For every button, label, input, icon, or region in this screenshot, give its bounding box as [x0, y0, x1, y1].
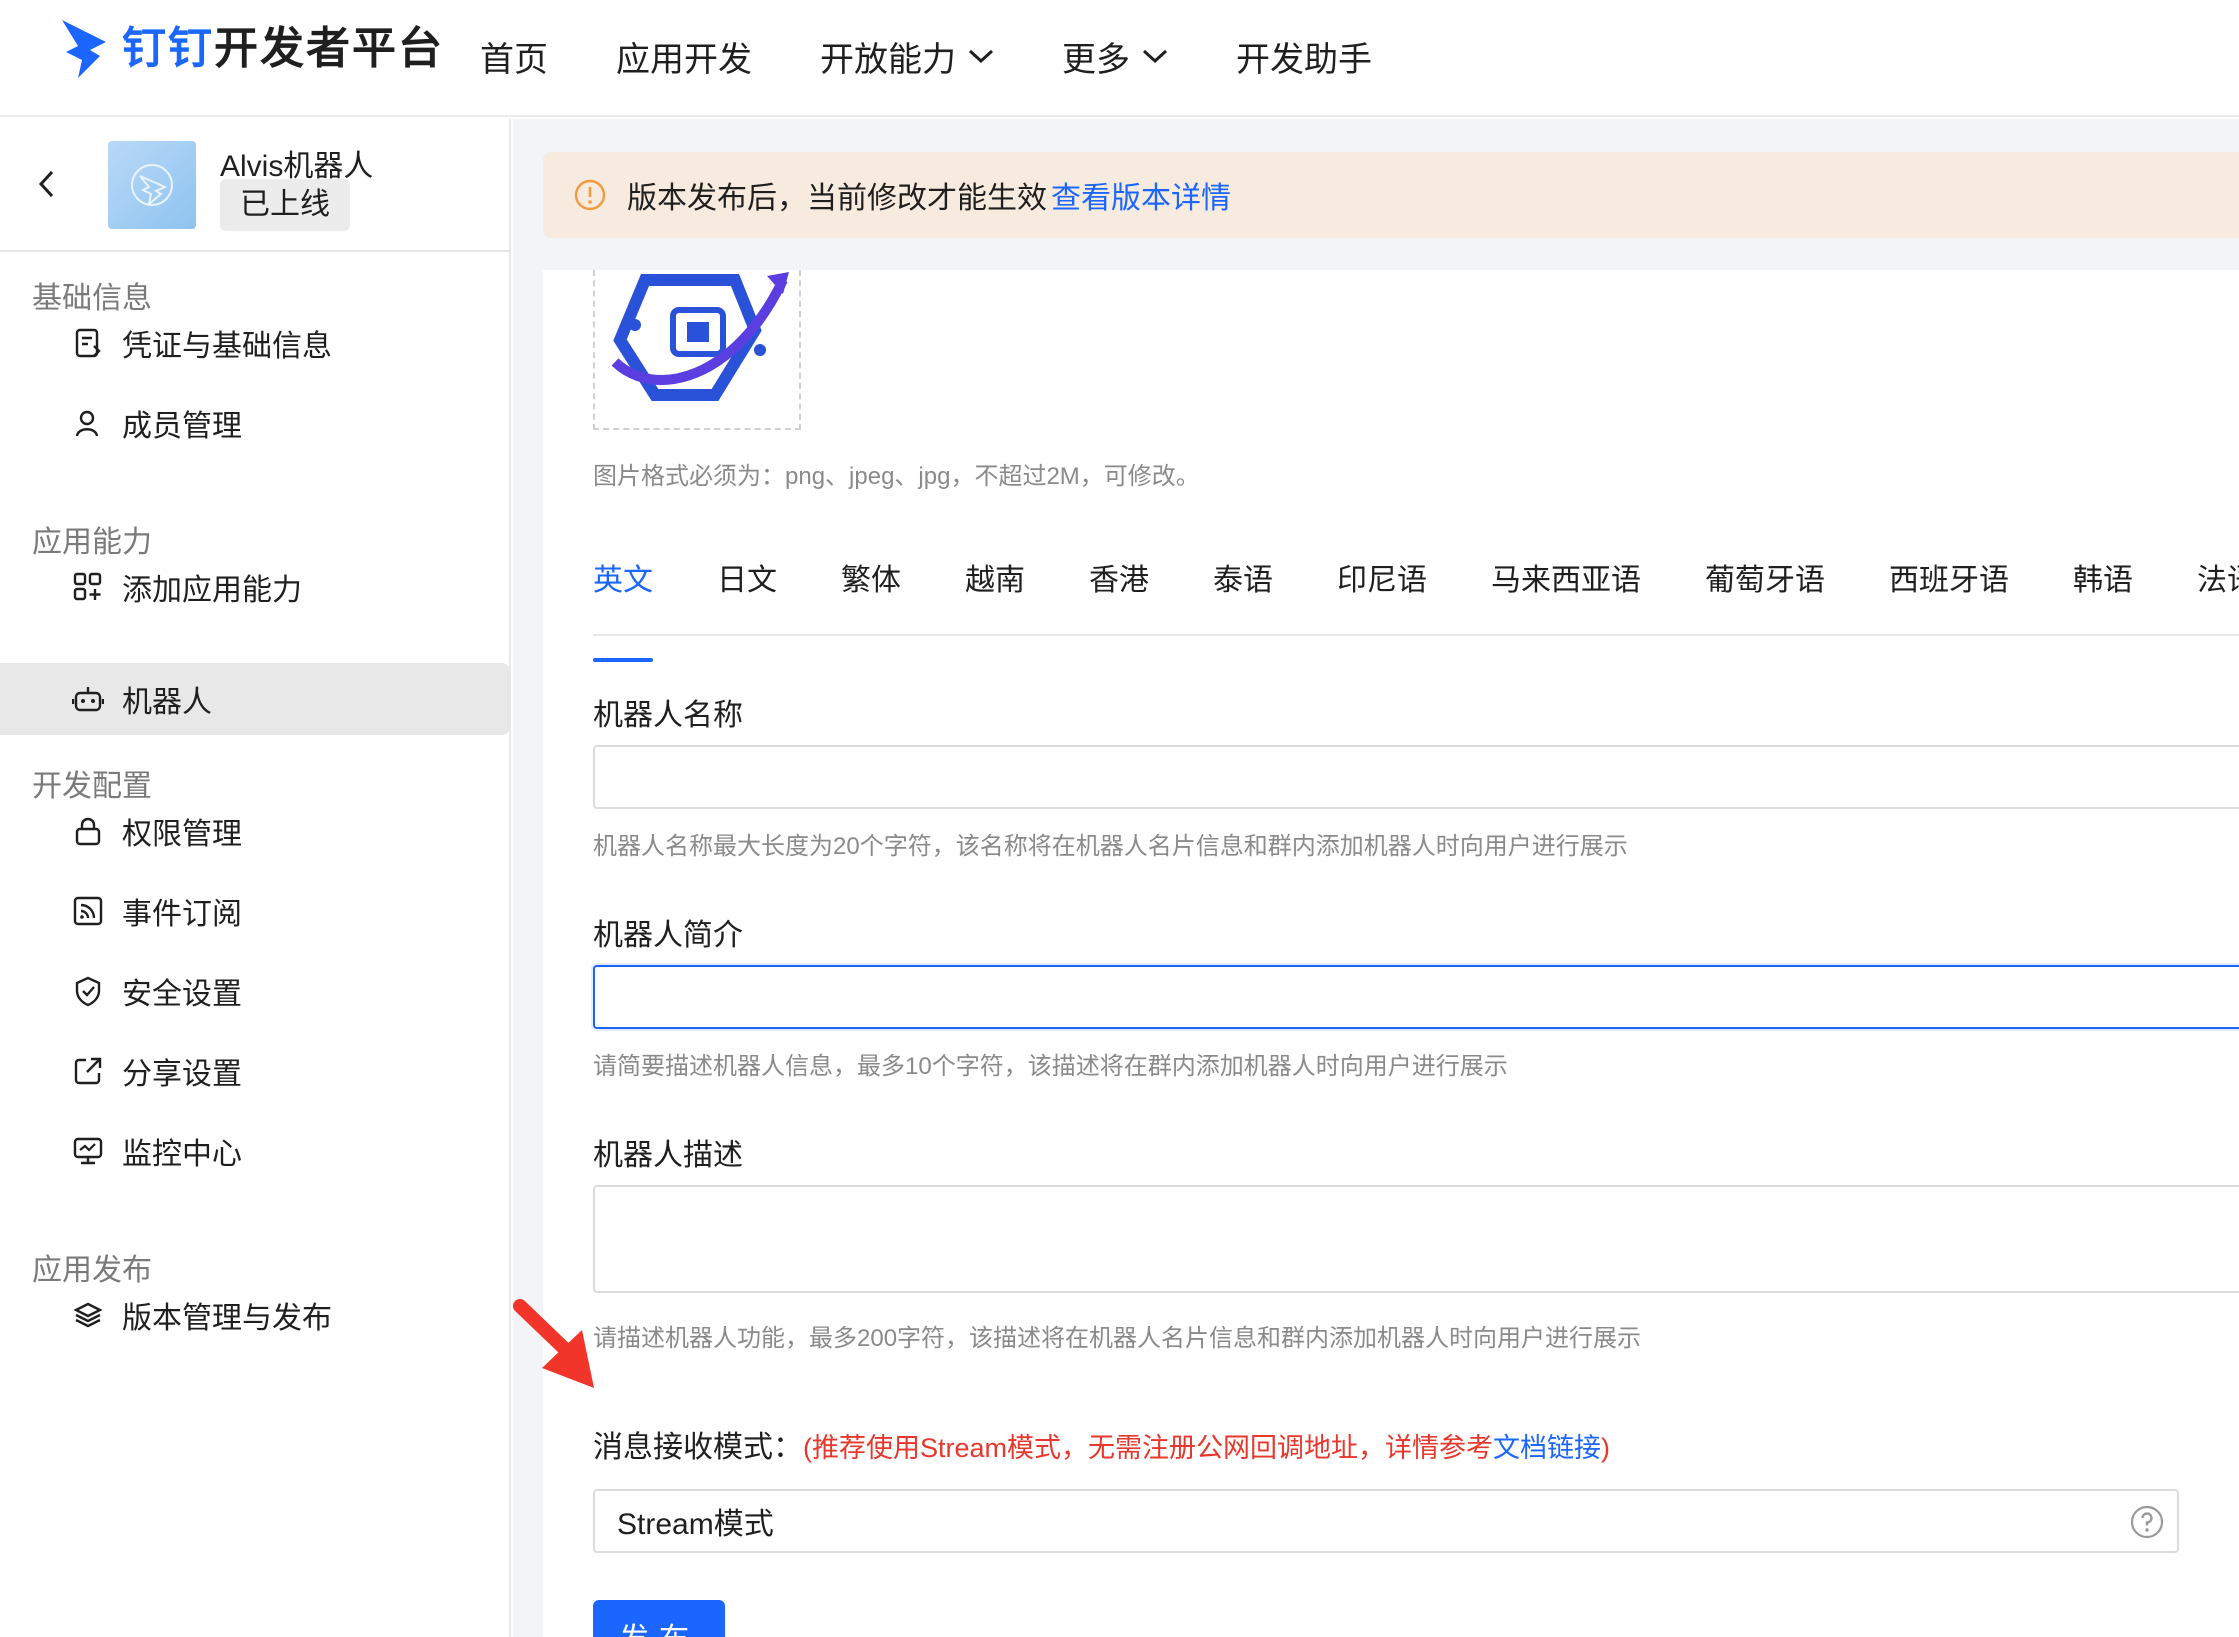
- robot-wing-icon: [131, 164, 173, 207]
- sidebar-item-permissions[interactable]: 权限管理: [0, 795, 510, 867]
- nav-dev-assistant[interactable]: 开发助手: [1236, 32, 1372, 81]
- robot-intro-input[interactable]: [593, 965, 2239, 1029]
- document-icon: [75, 328, 101, 358]
- tab-portuguese[interactable]: 葡萄牙语: [1705, 556, 1825, 634]
- publish-button[interactable]: 发布: [593, 1600, 725, 1637]
- robot-intro-label: 机器人简介: [593, 919, 743, 952]
- tab-vietnam[interactable]: 越南: [965, 556, 1025, 634]
- language-tabs: 英文 日文 繁体 越南 香港 泰语 印尼语 马来西亚语 葡萄牙语 西班牙语 韩语…: [593, 556, 2239, 662]
- lock-icon: [75, 817, 101, 846]
- nav-app-dev[interactable]: 应用开发: [616, 32, 752, 81]
- tab-japanese[interactable]: 日文: [717, 556, 777, 634]
- robot-intro-hint: 请简要描述机器人信息，最多10个字符，该描述将在群内添加机器人时向用户进行展示: [593, 1053, 1508, 1080]
- robot-name-hint: 机器人名称最大长度为20个字符，该名称将在机器人名片信息和群内添加机器人时向用户…: [593, 833, 1628, 860]
- help-circle-icon[interactable]: [2129, 1504, 2165, 1540]
- selected-mode: Stream模式: [617, 1508, 774, 1541]
- layers-icon: [73, 1302, 103, 1328]
- tab-english[interactable]: 英文: [593, 556, 653, 662]
- sidebar-item-monitor[interactable]: 监控中心: [0, 1115, 510, 1187]
- version-detail-link[interactable]: 查看版本详情: [1051, 173, 1231, 217]
- mode-recommend-text: (推荐使用Stream模式，无需注册公网回调地址，详情参考: [803, 1433, 1494, 1463]
- nav-home[interactable]: 首页: [480, 32, 548, 81]
- sidebar-item-members[interactable]: 成员管理: [0, 387, 510, 459]
- message-mode-label: 消息接收模式：(推荐使用Stream模式，无需注册公网回调地址，详情参考文档链接…: [593, 1431, 1611, 1464]
- apps-add-icon: [73, 572, 102, 601]
- tab-indonesian[interactable]: 印尼语: [1337, 556, 1427, 634]
- robot-name-input[interactable]: [593, 745, 2239, 809]
- robot-config-panel: 图片格式必须为：png、jpeg、jpg，不超过2M，可修改。 英文 日文 繁体…: [543, 270, 2239, 1637]
- sidebar-item-robot[interactable]: 机器人: [0, 663, 510, 735]
- tab-french[interactable]: 法语: [2197, 556, 2239, 634]
- dingtalk-logo[interactable]: 钉钉开发者平台: [60, 14, 444, 84]
- doc-link[interactable]: 文档链接: [1493, 1433, 1601, 1463]
- message-mode-select[interactable]: Stream模式: [593, 1489, 2179, 1553]
- sidebar-item-versions[interactable]: 版本管理与发布: [0, 1279, 510, 1351]
- main-content: 版本发布后，当前修改才能生效 查看版本详情 图片格式必须为：png、jpeg、j…: [513, 119, 2239, 1637]
- red-arrow-annotation-icon: [513, 1299, 594, 1388]
- sidebar-item-events[interactable]: 事件订阅: [0, 875, 510, 947]
- tab-hongkong[interactable]: 香港: [1089, 556, 1149, 634]
- dingtalk-wing-icon: [62, 20, 106, 78]
- app-avatar: [108, 141, 196, 229]
- page-root: 钉钉开发者平台 首页 应用开发 开放能力 更多 开发助手 Alvis机器人 已上…: [0, 0, 2239, 1637]
- app-card: Alvis机器人 已上线: [0, 119, 509, 252]
- robot-desc-hint: 请描述机器人功能，最多200字符，该描述将在机器人名片信息和群内添加机器人时向用…: [593, 1325, 1642, 1352]
- notice-text: 版本发布后，当前修改才能生效: [627, 182, 1047, 215]
- tab-malay[interactable]: 马来西亚语: [1491, 556, 1641, 634]
- top-navigation: 钉钉开发者平台 首页 应用开发 开放能力 更多 开发助手: [0, 0, 2239, 117]
- nav-more[interactable]: 更多: [1062, 32, 1168, 81]
- monitor-icon: [73, 1137, 103, 1165]
- tab-traditional[interactable]: 繁体: [841, 556, 901, 634]
- logo-brand-text: 钉钉: [122, 24, 214, 73]
- chevron-down-icon: [968, 49, 994, 64]
- user-icon: [75, 410, 99, 437]
- nav-open-capability[interactable]: 开放能力: [820, 32, 994, 81]
- info-icon: [574, 179, 606, 211]
- sidebar-item-add-capability[interactable]: 添加应用能力: [0, 551, 510, 623]
- robot-chip-logo-icon: [611, 272, 789, 401]
- back-arrow-icon[interactable]: [32, 167, 60, 201]
- sidebar-item-security[interactable]: 安全设置: [0, 955, 510, 1027]
- icon-format-hint: 图片格式必须为：png、jpeg、jpg，不超过2M，可修改。: [593, 463, 1200, 490]
- sidebar-item-share[interactable]: 分享设置: [0, 1035, 510, 1107]
- logo-platform-text: 开发者平台: [214, 24, 444, 73]
- external-link-icon: [74, 1057, 102, 1085]
- sidebar: Alvis机器人 已上线 基础信息 凭证与基础信息 成员管理 应用能力 添加应用…: [0, 119, 511, 1637]
- robot-desc-label: 机器人描述: [593, 1139, 743, 1172]
- shield-check-icon: [75, 976, 101, 1007]
- chevron-down-icon: [1142, 49, 1168, 64]
- rss-icon: [73, 896, 103, 926]
- robot-icon-upload[interactable]: [593, 270, 801, 430]
- tab-spanish[interactable]: 西班牙语: [1889, 556, 2009, 634]
- status-badge: 已上线: [220, 179, 350, 231]
- main-nav: 首页 应用开发 开放能力 更多 开发助手: [480, 28, 1440, 84]
- robot-icon: [72, 687, 104, 712]
- robot-desc-textarea[interactable]: [593, 1185, 2239, 1293]
- robot-name-label: 机器人名称: [593, 699, 743, 732]
- tab-thai[interactable]: 泰语: [1213, 556, 1273, 634]
- version-notice: 版本发布后，当前修改才能生效 查看版本详情: [543, 152, 2239, 238]
- tab-korean[interactable]: 韩语: [2073, 556, 2133, 634]
- sidebar-item-credentials[interactable]: 凭证与基础信息: [0, 307, 510, 379]
